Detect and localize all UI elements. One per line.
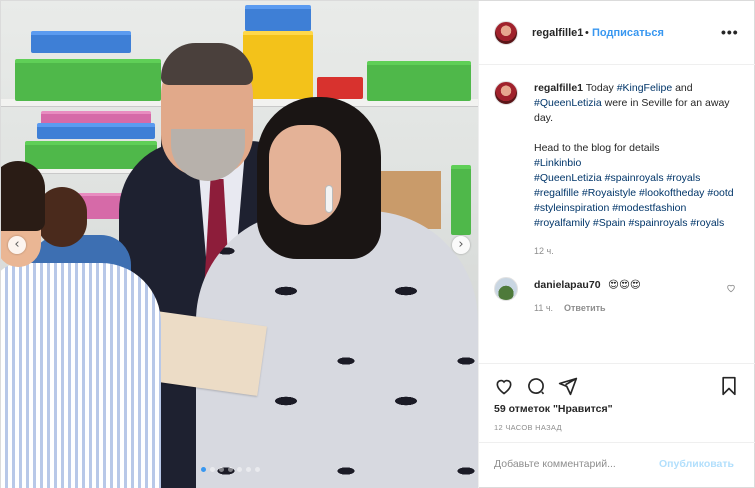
child-hair — [1, 161, 45, 231]
carousel-dot — [255, 467, 260, 472]
publish-button[interactable]: Опубликовать — [659, 458, 734, 470]
avatar[interactable] — [494, 21, 518, 45]
more-horizontal-icon[interactable]: ••• — [721, 24, 739, 40]
storage-bin — [243, 31, 313, 99]
heart-icon[interactable] — [726, 283, 736, 293]
storage-bin — [367, 61, 471, 101]
carousel-dot — [219, 467, 224, 472]
carousel-dot — [237, 467, 242, 472]
share-icon[interactable] — [558, 376, 578, 396]
hashtag-link[interactable]: #KingFelipe — [617, 82, 672, 94]
heart-icon[interactable] — [494, 376, 514, 396]
caption-text-part: and — [672, 82, 693, 94]
comment-input[interactable] — [494, 458, 654, 470]
avatar[interactable] — [494, 81, 518, 105]
storage-bin — [37, 123, 155, 139]
comment-time[interactable]: 11 ч. — [534, 303, 553, 313]
storage-bin — [15, 59, 161, 101]
carousel-prev-button[interactable]: ‹ — [8, 236, 26, 254]
storage-bin — [317, 77, 363, 99]
storage-bin — [245, 5, 311, 31]
carousel-dot — [201, 467, 206, 472]
storage-bin — [31, 31, 131, 53]
follow-button[interactable]: Подписаться — [592, 27, 664, 39]
carousel-next-button[interactable]: › — [452, 236, 470, 254]
man-hair — [161, 43, 253, 85]
carousel-dots — [201, 467, 260, 472]
caption-text: regalfille1 Today #KingFelipe and #Queen… — [534, 81, 744, 231]
carousel-dot — [246, 467, 251, 472]
carousel-dot — [210, 467, 215, 472]
separator-dot: • — [585, 27, 589, 39]
avatar[interactable] — [494, 277, 518, 301]
instagram-post: ‹ › regalfille1 • Подписаться ••• regalf… — [0, 0, 755, 488]
hashtag-link[interactable]: #Linkinbio — [534, 156, 744, 171]
likes-count[interactable]: 59 отметок "Нравится" — [494, 403, 613, 415]
post-header: regalfille1 • Подписаться ••• — [479, 1, 755, 65]
header-username[interactable]: regalfille1 — [532, 27, 583, 39]
comment-icon[interactable] — [526, 376, 546, 396]
hashtag-list[interactable]: #QueenLetizia #spainroyals #royals #rega… — [534, 171, 744, 231]
caption-time[interactable]: 12 ч. — [534, 246, 554, 256]
add-comment-bar: Опубликовать — [479, 442, 755, 488]
post-timestamp[interactable]: 12 ЧАСОВ НАЗАД — [494, 423, 562, 432]
storage-bin — [451, 165, 471, 235]
comment-text: 😍😍😍 — [608, 279, 641, 291]
reply-button[interactable]: Ответить — [564, 303, 606, 313]
hashtag-link[interactable]: #QueenLetizia — [534, 97, 602, 109]
bookmark-icon[interactable] — [719, 376, 739, 396]
caption-line: Head to the blog for details — [534, 142, 660, 154]
earring — [325, 185, 333, 213]
carousel-dot — [228, 467, 233, 472]
post-side-panel: regalfille1 • Подписаться ••• regalfille… — [478, 1, 755, 488]
child-shirt — [1, 263, 161, 488]
caption-username[interactable]: regalfille1 — [534, 82, 583, 94]
post-photo[interactable]: ‹ › — [1, 1, 478, 488]
caption-text-part: Today — [583, 82, 617, 94]
comment-username[interactable]: danielapau70 — [534, 279, 601, 291]
action-bar — [479, 363, 755, 403]
